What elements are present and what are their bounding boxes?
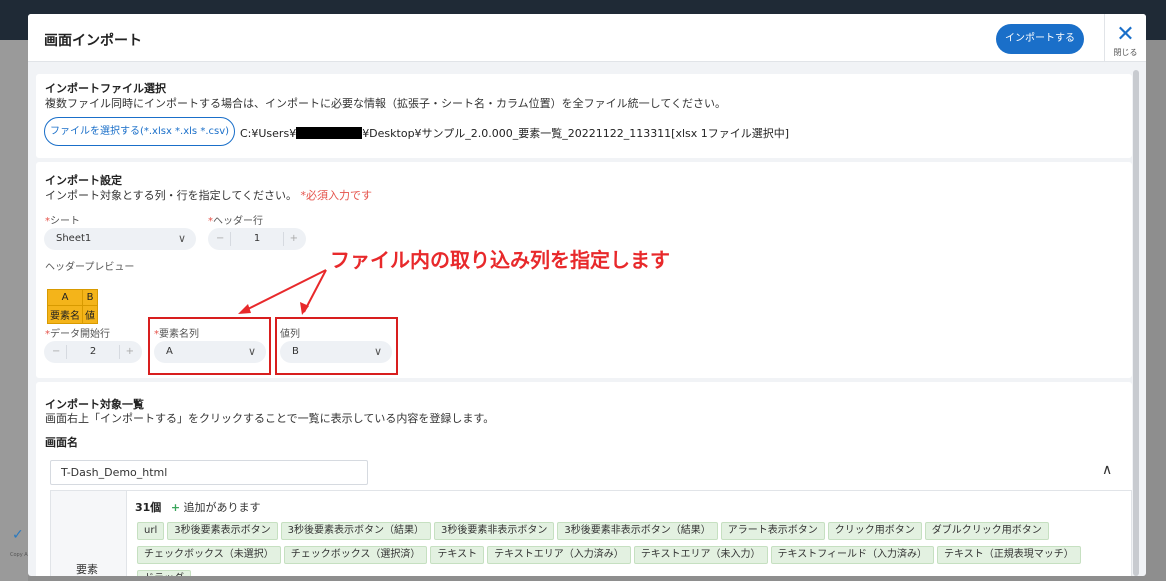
close-icon: ✕ xyxy=(1116,22,1135,47)
close-button[interactable]: ✕ 閉じる xyxy=(1104,14,1146,62)
sheet-label: *シート xyxy=(45,212,80,227)
data-start-label-text: データ開始行 xyxy=(50,329,110,340)
element-tag[interactable]: クリック用ボタン xyxy=(827,522,922,540)
element-tag[interactable]: チェックボックス（選択済） xyxy=(283,546,428,564)
added-text: 追加があります xyxy=(183,501,261,514)
element-tag[interactable]: 3秒後要素表示ボタン xyxy=(167,522,278,540)
element-tag[interactable]: url xyxy=(137,522,165,540)
sheet-select-value: Sheet1 xyxy=(56,233,92,244)
element-tag[interactable]: テキストエリア（未入力） xyxy=(633,546,768,564)
settings-title: インポート設定 xyxy=(45,174,122,187)
header-row-stepper[interactable]: − 1 + xyxy=(208,228,306,250)
elements-label: 要素 xyxy=(76,563,98,576)
element-tags: url 3秒後要素表示ボタン 3秒後要素表示ボタン（結果） 3秒後要素非表示ボタン 3秒… xyxy=(137,522,1127,576)
file-path-prefix: C:¥Users¥ xyxy=(240,126,297,140)
element-tag[interactable]: テキストエリア（入力済み） xyxy=(487,546,631,564)
data-start-stepper[interactable]: − 2 + xyxy=(44,341,142,363)
file-path-suffix: ¥Desktop¥サンプル_2.0.000_要素一覧_20221122_1133… xyxy=(362,127,790,140)
preview-header-value: 値 xyxy=(82,305,98,324)
element-tag[interactable]: 3秒後要素非表示ボタン xyxy=(433,522,555,540)
settings-description: インポート対象とする列・行を指定してください。 *必須入力です xyxy=(45,187,372,203)
element-tag[interactable]: ダブルクリック用ボタン xyxy=(924,522,1049,540)
import-button[interactable]: インポートする xyxy=(996,24,1084,54)
modal-header: 画面インポート インポートする ✕ 閉じる xyxy=(28,14,1146,62)
screen-name-field[interactable]: T-Dash_Demo_html xyxy=(50,460,368,485)
modal-title: 画面インポート xyxy=(44,33,142,49)
increment-button[interactable]: + xyxy=(290,228,298,250)
header-preview-label: ヘッダープレビュー xyxy=(45,262,135,273)
preview-header-element-name: 要素名 xyxy=(47,305,83,324)
preview-column-a: A xyxy=(47,289,83,306)
element-tag[interactable]: ドラッグ xyxy=(137,570,191,576)
chevron-down-icon: ∨ xyxy=(177,232,186,245)
value-column-highlight xyxy=(275,317,398,375)
increment-button[interactable]: + xyxy=(126,341,134,363)
targets-description: 画面右上「インポートする」をクリックすることで一覧に表示している内容を登録します… xyxy=(45,412,495,425)
required-note: *必須入力です xyxy=(300,189,373,202)
file-section-title: インポートファイル選択 xyxy=(45,82,166,95)
background-sidebar xyxy=(0,40,28,581)
element-tag[interactable]: テキスト（正規表現マッチ） xyxy=(937,546,1081,564)
chevron-up-icon[interactable]: ∧ xyxy=(1102,462,1112,478)
file-selection-section: インポートファイル選択 複数ファイル同時にインポートする場合は、インポートに必要… xyxy=(36,74,1132,158)
header-row-label: *ヘッダー行 xyxy=(208,212,263,227)
scrollbar[interactable] xyxy=(1133,70,1139,576)
import-targets-section: インポート対象一覧 画面右上「インポートする」をクリックすることで一覧に表示して… xyxy=(36,382,1132,576)
background-logo-icon: ✓ xyxy=(12,527,24,543)
close-label: 閉じる xyxy=(1113,48,1138,57)
select-file-button[interactable]: ファイルを選択する(*.xlsx *.xls *.csv) xyxy=(44,117,235,146)
element-tag[interactable]: 3秒後要素表示ボタン（結果） xyxy=(280,522,431,540)
element-name-column-highlight xyxy=(148,317,271,375)
screen-name-label: 画面名 xyxy=(45,436,78,449)
sheet-label-text: シート xyxy=(50,216,80,227)
element-tag[interactable]: テキスト xyxy=(430,546,485,564)
elements-panel: 要素 31個 + 追加があります url 3秒後要素表示ボタン 3秒後要素表示ボタン… xyxy=(50,490,1132,576)
element-tag[interactable]: チェックボックス（未選択） xyxy=(137,546,281,564)
plus-icon: + xyxy=(170,501,181,514)
data-start-label: *データ開始行 xyxy=(45,325,110,340)
annotation-callout: ファイル内の取り込み列を指定します xyxy=(330,248,670,272)
import-modal: 画面インポート インポートする ✕ 閉じる インポートファイル選択 複数ファイル… xyxy=(28,14,1146,576)
file-section-description: 複数ファイル同時にインポートする場合は、インポートに必要な情報（拡張子・シート名… xyxy=(45,97,727,110)
redacted-username xyxy=(296,127,363,139)
element-count: 31個 xyxy=(135,501,162,514)
header-row-label-text: ヘッダー行 xyxy=(213,216,263,227)
element-count-line: 31個 + 追加があります xyxy=(135,499,261,515)
settings-description-text: インポート対象とする列・行を指定してください。 xyxy=(45,189,298,202)
preview-column-b: B xyxy=(82,289,98,306)
selected-file-path: C:¥Users¥ ¥Desktop¥サンプル_2.0.000_要素一覧_2022… xyxy=(240,125,789,141)
element-tag[interactable]: 3秒後要素非表示ボタン（結果） xyxy=(557,522,718,540)
element-tag[interactable]: テキストフィールド（入力済み） xyxy=(770,546,935,564)
header-preview-table: A B 要素名 値 xyxy=(47,289,98,324)
element-tag[interactable]: アラート表示ボタン xyxy=(720,522,825,540)
sheet-select[interactable]: Sheet1 ∨ xyxy=(44,228,196,250)
